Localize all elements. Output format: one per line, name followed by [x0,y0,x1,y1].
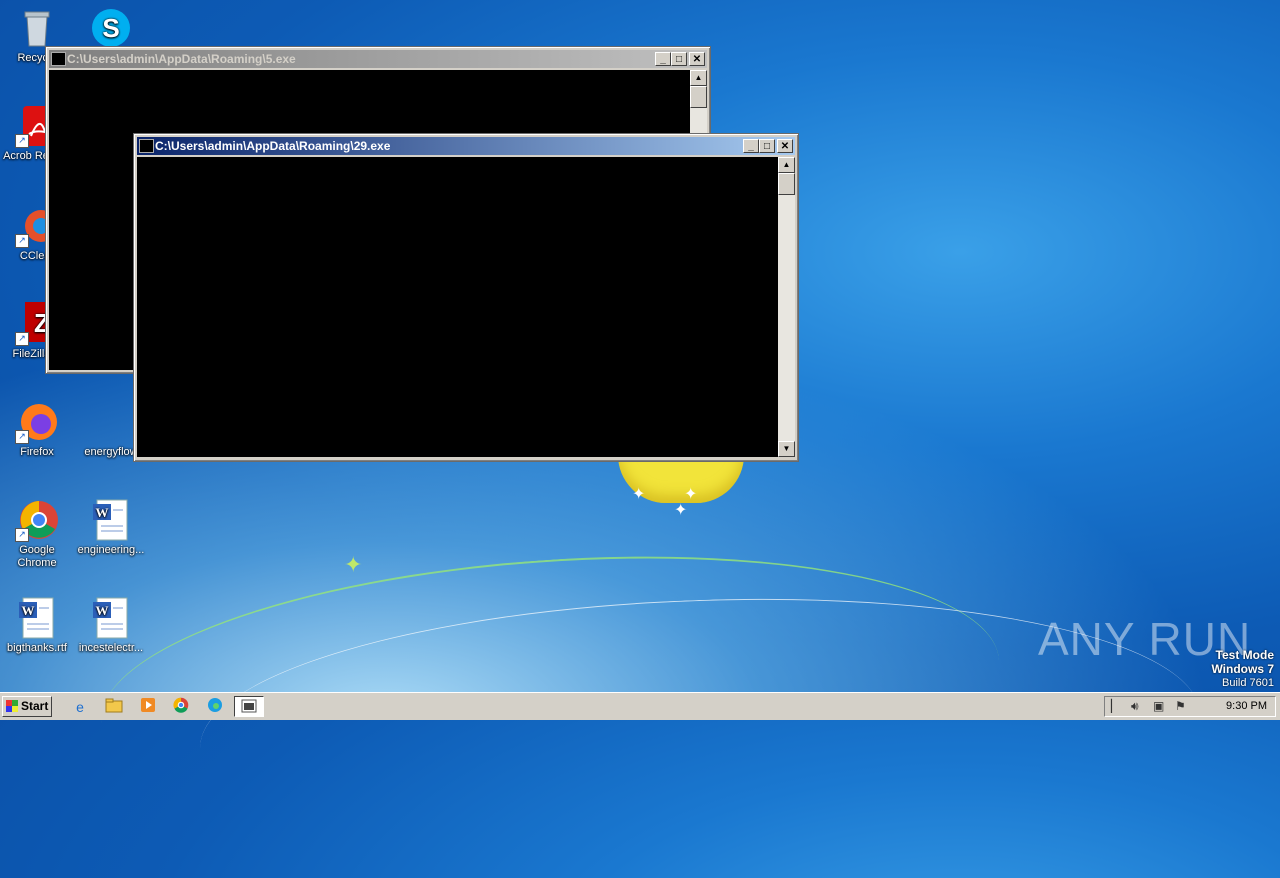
desktop-icon-engineering-doc[interactable]: W engineering... [76,498,146,557]
word-document-icon: W [89,596,133,640]
console-icon [139,139,154,153]
sparkle-icon: ✦ [344,552,363,577]
word-document-icon: W [89,498,133,542]
vertical-scrollbar[interactable]: ▲ ▼ [778,157,795,457]
system-tray: ▏ 🔊︎ ▣ ⚑ 9:30 PM [1104,696,1276,717]
sparkle-icon: ✦ [674,502,688,519]
chrome-icon: ↗ [15,498,59,542]
start-label: Start [21,699,49,713]
svg-text:W: W [96,603,109,618]
network-icon[interactable]: ▣ [1153,699,1167,713]
volume-icon[interactable]: 🔊︎ [1131,699,1145,713]
show-hidden-icons-icon[interactable]: ▏ [1111,699,1125,713]
recycle-bin-icon [15,6,59,50]
watermark-line: Build 7601 [1222,677,1274,689]
start-button[interactable]: Start [2,696,52,717]
maximize-button[interactable]: □ [759,139,775,153]
window-controls: _ □ ✕ [655,52,705,66]
firefox-icon: ↗ [15,400,59,444]
desktop-icon-label: Google Chrome [17,544,57,569]
window-title-bar[interactable]: C:\Users\admin\AppData\Roaming\5.exe _ □… [49,50,707,68]
file-icon [89,400,133,444]
scroll-thumb[interactable] [690,86,707,108]
media-player-icon[interactable] [138,697,158,717]
windows-logo-icon [6,700,18,712]
scroll-up-arrow-icon[interactable]: ▲ [690,70,707,86]
shortcut-arrow-icon: ↗ [15,134,29,148]
console-output[interactable] [137,157,778,457]
desktop-icon-label: bigthanks.rtf [7,642,67,654]
window-controls: _ □ ✕ [743,139,793,153]
desktop-icon-firefox[interactable]: ↗ Firefox [2,400,72,459]
action-center-flag-icon[interactable]: ⚑ [1175,699,1189,713]
shortcut-arrow-icon: ↗ [15,528,29,542]
taskbar-console-button[interactable] [234,696,264,717]
minimize-button[interactable]: _ [655,52,671,66]
edge-icon[interactable] [205,697,225,717]
test-mode-watermark: Test Mode Windows 7 Build 7601 [1211,648,1274,690]
window-title: C:\Users\admin\AppData\Roaming\5.exe [67,52,296,66]
console-icon [51,52,66,66]
desktop-icon-incestelectr[interactable]: W incestelectr... [76,596,146,655]
console-window-29exe[interactable]: C:\Users\admin\AppData\Roaming\29.exe _ … [133,133,799,462]
internet-explorer-icon[interactable]: e [70,697,90,717]
scroll-up-arrow-icon[interactable]: ▲ [778,157,795,173]
shortcut-arrow-icon: ↗ [15,430,29,444]
sparkle-icon: ✦ [632,486,646,503]
word-document-icon: W [15,596,59,640]
svg-text:W: W [96,505,109,520]
minimize-button[interactable]: _ [743,139,759,153]
desktop-icon-google-chrome[interactable]: ↗ Google Chrome [2,498,72,570]
window-title: C:\Users\admin\AppData\Roaming\29.exe [155,139,391,153]
taskbar: Start e ▏ 🔊︎ ▣ ⚑ 9:30 PM [0,692,1280,720]
file-explorer-icon[interactable] [104,697,124,717]
watermark-line: Windows 7 [1211,662,1274,676]
close-button[interactable]: ✕ [777,139,793,153]
desktop-icon-bigthanks[interactable]: W bigthanks.rtf [2,596,72,655]
shortcut-arrow-icon: ↗ [15,234,29,248]
maximize-button[interactable]: □ [671,52,687,66]
window-title-bar[interactable]: C:\Users\admin\AppData\Roaming\29.exe _ … [137,137,795,155]
skype-icon: S [89,6,133,50]
watermark-line: Test Mode [1215,648,1274,662]
desktop-icon-label: engineering... [77,544,145,556]
svg-text:W: W [22,603,35,618]
shortcut-arrow-icon: ↗ [15,332,29,346]
svg-text:S: S [102,13,119,43]
close-button[interactable]: ✕ [689,52,705,66]
desktop-icon-label: incestelectr... [78,642,144,654]
clock[interactable]: 9:30 PM [1226,697,1267,716]
scroll-thumb[interactable] [778,173,795,195]
chrome-icon[interactable] [171,697,191,717]
desktop-icon-label: Firefox [20,446,54,458]
scroll-down-arrow-icon[interactable]: ▼ [778,441,795,457]
